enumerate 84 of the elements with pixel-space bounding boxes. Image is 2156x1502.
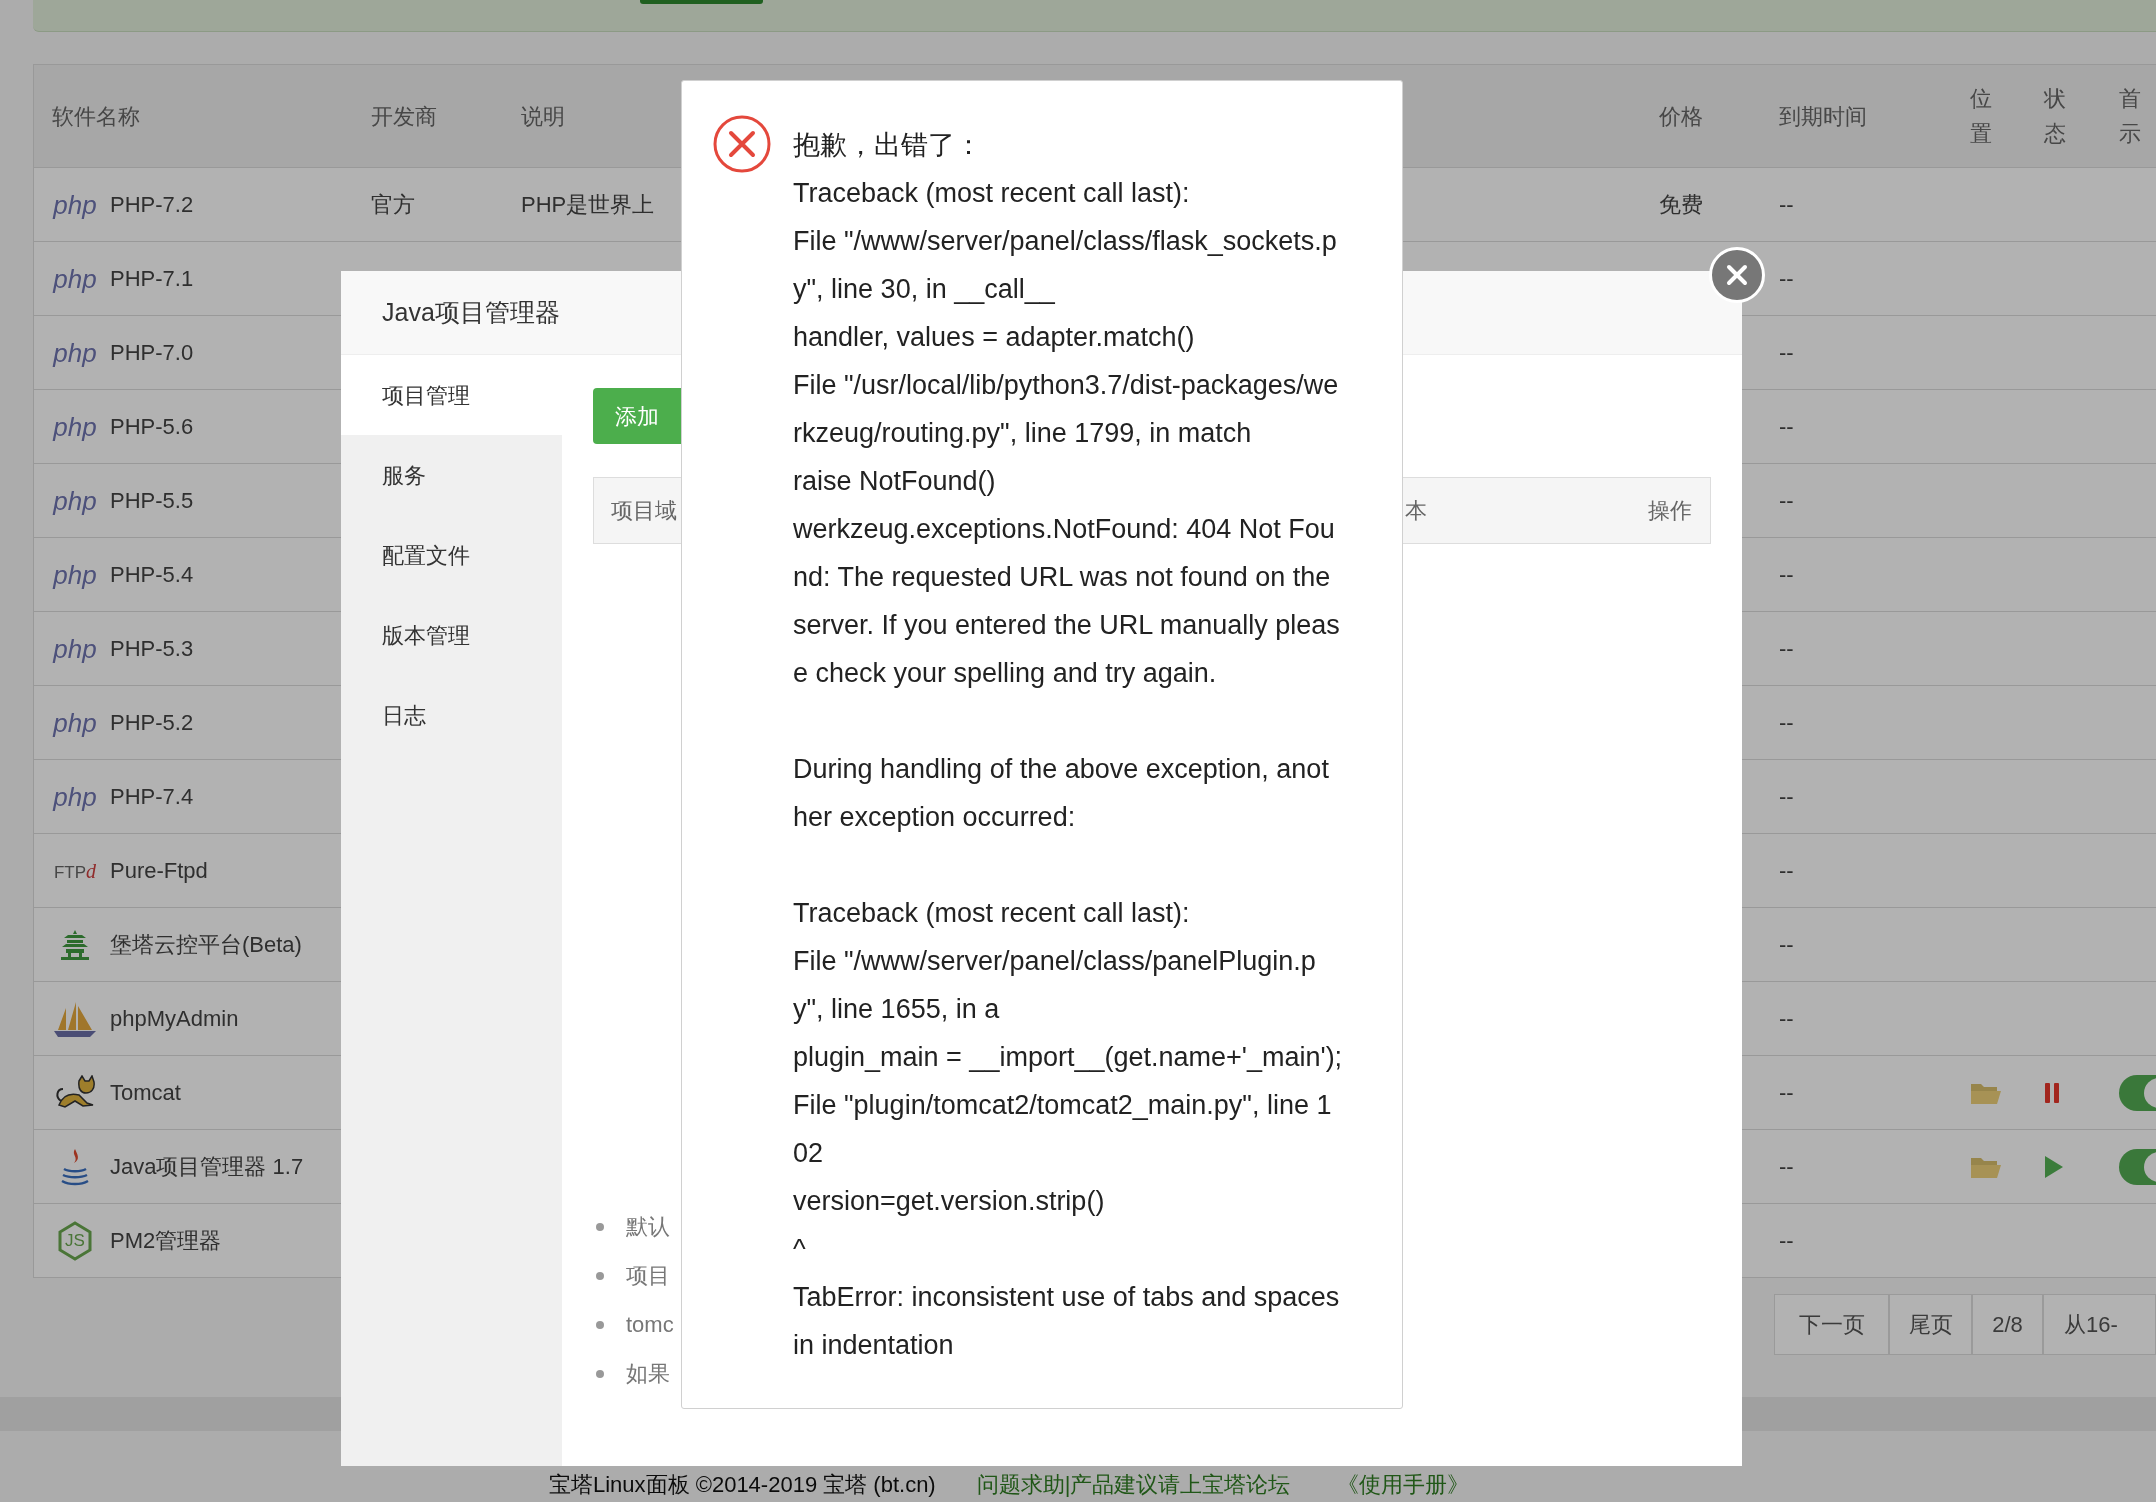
note-text: 如果	[626, 1360, 670, 1388]
software-name: PHP-5.3	[110, 635, 194, 663]
php-logo: php	[53, 413, 97, 440]
table-cell: --	[1779, 858, 1794, 883]
software-name: Java项目管理器 1.7	[110, 1153, 304, 1181]
error-message: Traceback (most recent call last): File "/www/server/panel/class/panelPlugin.p y", line 1655, in a plugin_main = __import__(get.name+'_main'); File "plugin/tomcat2/tomcat2_main.py", line 1 02 version=get.version.strip() ^ TabError: inconsistent use of tabs and spaces in indentation	[793, 897, 1343, 1362]
ftp-logo: FTPd	[53, 860, 97, 881]
footer-link[interactable]: 《使用手册》	[1337, 1472, 1470, 1498]
software-name: Tomcat	[110, 1079, 181, 1107]
table-cell: --	[1779, 1006, 1794, 1031]
table-cell: 免费	[1659, 192, 1703, 217]
software-name: PHP-7.0	[110, 339, 194, 367]
php-logo: php	[53, 783, 97, 810]
column-header: 操作	[1648, 497, 1692, 525]
column-header: 首 示	[2119, 85, 2141, 148]
bullet-icon	[596, 1271, 604, 1280]
error-title: 抱歉，出错了：	[793, 129, 983, 162]
table-cell: --	[1779, 784, 1794, 809]
dialog-title: Java项目管理器	[382, 296, 560, 328]
column-header: 状 态	[2044, 85, 2066, 148]
table-cell: PHP是世界上	[521, 192, 655, 217]
error-icon	[712, 114, 772, 174]
php-logo: php	[53, 265, 97, 292]
php-logo: php	[53, 191, 97, 218]
software-name: PHP-7.1	[110, 265, 194, 293]
table-cell: --	[1779, 1080, 1794, 1105]
column-header: 本	[1405, 497, 1428, 525]
table-cell: --	[1779, 932, 1794, 957]
software-name: PHP-5.6	[110, 413, 194, 441]
table-cell: 官方	[371, 192, 415, 217]
note-text: 项目	[626, 1262, 670, 1290]
error-message: During handling of the above exception, anot her exception occurred:	[793, 753, 1329, 834]
software-name: PHP-5.5	[110, 487, 194, 515]
table-cell: --	[1779, 562, 1794, 587]
software-name: PHP-5.2	[110, 709, 194, 737]
column-header: 位 置	[1970, 85, 1992, 148]
page-link[interactable]: 2/8	[1972, 1294, 2043, 1355]
sidebar-tab[interactable]: 版本管理	[341, 595, 562, 675]
software-name: PM2管理器	[110, 1227, 222, 1255]
pause-icon[interactable]	[2044, 1081, 2060, 1104]
bullet-icon	[596, 1320, 604, 1329]
page-link[interactable]: 从16-	[2042, 1294, 2156, 1355]
table-cell: --	[1779, 1154, 1794, 1179]
table-cell: --	[1779, 636, 1794, 661]
play-icon[interactable]	[2044, 1154, 2064, 1179]
page-link[interactable]: 尾页	[1889, 1294, 1973, 1355]
software-name: PHP-7.4	[110, 783, 194, 811]
table-cell: --	[1779, 192, 1794, 217]
software-name: Pure-Ftpd	[110, 857, 208, 885]
php-logo: php	[53, 709, 97, 736]
table-cell: --	[1779, 414, 1794, 439]
software-name: 堡塔云控平台(Beta)	[110, 931, 302, 959]
software-name: PHP-5.4	[110, 561, 194, 589]
cat-icon	[53, 1074, 97, 1111]
column-header: 价格	[1659, 102, 1704, 131]
bullet-icon	[596, 1369, 604, 1378]
table-cell: --	[1779, 710, 1794, 735]
software-name: phpMyAdmin	[110, 1005, 239, 1033]
table-cell: --	[1779, 1228, 1794, 1253]
php-logo: php	[53, 487, 97, 514]
software-name: PHP-7.2	[110, 191, 194, 219]
table-cell: --	[1779, 266, 1794, 291]
php-logo: php	[53, 339, 97, 366]
error-message: Traceback (most recent call last): File "/www/server/panel/class/flask_sockets.p y", line 30, in __call__ handler, values = adapter.match() File "/usr/local/lib/python3.7/dist-packages/we rkzeug/routing.py", line 1799, in match raise NotFound() werkzeug.exceptions.NotFound: 404 Not Fou nd: The requested URL was not found on the server. If you entered the URL manually pleas e check your spelling and try again.	[793, 177, 1340, 690]
table-cell: --	[1779, 340, 1794, 365]
sidebar-tab[interactable]: 配置文件	[341, 515, 562, 595]
column-header: 项目域	[611, 497, 678, 525]
php-logo: php	[53, 635, 97, 662]
column-header: 软件名称	[52, 102, 141, 131]
column-header: 到期时间	[1779, 102, 1868, 131]
table-cell: --	[1779, 488, 1794, 513]
copyright-text: 宝塔Linux面板 ©2014-2019 宝塔 (bt.cn)	[549, 1472, 936, 1498]
note-text: tomc	[626, 1311, 674, 1339]
bullet-icon	[596, 1222, 604, 1231]
sidebar-tab[interactable]: 项目管理	[341, 355, 562, 435]
note-text: 默认	[626, 1213, 670, 1241]
column-header: 开发商	[371, 102, 438, 131]
sidebar-tab[interactable]: 服务	[341, 435, 562, 515]
sidebar-tab[interactable]: 日志	[341, 675, 562, 755]
js-logo: JS	[57, 1220, 93, 1261]
page-link[interactable]: 下一页	[1774, 1294, 1890, 1355]
footer-link[interactable]: 问题求助|产品建议请上宝塔论坛	[976, 1472, 1291, 1498]
column-header: 说明	[521, 102, 566, 131]
php-logo: php	[53, 561, 97, 588]
